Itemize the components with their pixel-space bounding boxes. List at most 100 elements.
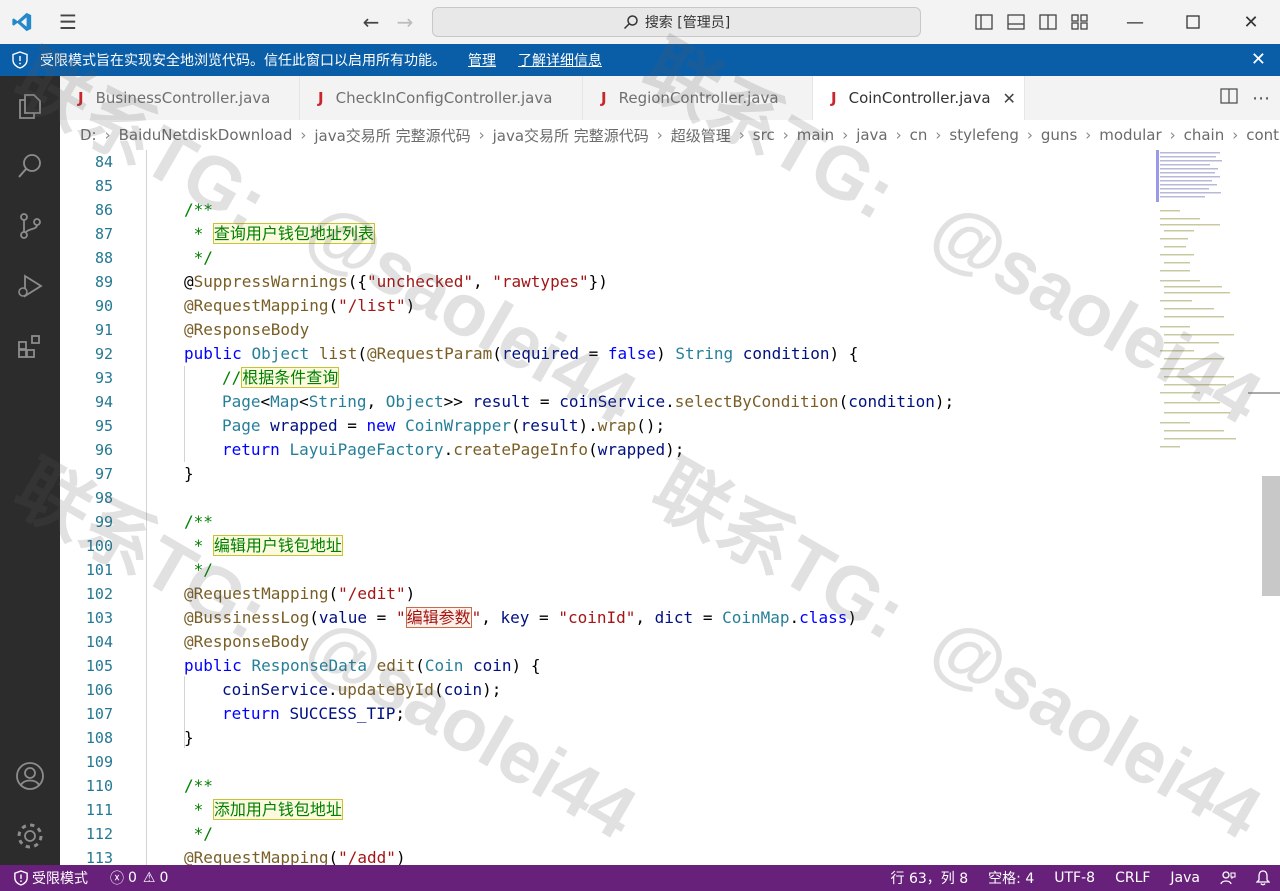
editor-tabs: J BusinessController.java J CheckInConfi… bbox=[60, 76, 1280, 120]
code-line-103: @BussinessLog(value = "编辑参数", key = "coi… bbox=[184, 607, 857, 628]
forward-arrow-icon[interactable]: → bbox=[388, 0, 422, 44]
command-search-box[interactable]: 搜索 [管理员] bbox=[432, 7, 921, 37]
cursor-position[interactable]: 行 63，列 8 bbox=[881, 865, 979, 891]
line-number: 103 bbox=[85, 609, 113, 627]
code-line-112: */ bbox=[184, 824, 213, 843]
code-line-87: * 查询用户钱包地址列表 bbox=[184, 223, 375, 244]
vscode-logo-icon bbox=[0, 0, 44, 44]
breadcrumb-item[interactable]: java交易所 完整源代码 bbox=[493, 125, 649, 146]
breadcrumb-item[interactable]: stylefeng bbox=[949, 126, 1019, 144]
breadcrumb-item[interactable]: guns bbox=[1041, 126, 1077, 144]
hamburger-menu-icon[interactable]: ☰ bbox=[44, 0, 92, 44]
tab-label: CheckInConfigController.java bbox=[335, 89, 553, 107]
code-editor[interactable]: 84 85 86 87 88 89 90 91 92 93 94 95 96 97 98 99 100 101 10… bbox=[60, 150, 1280, 865]
code-line-111: * 添加用户钱包地址 bbox=[184, 799, 343, 820]
source-control-icon[interactable] bbox=[0, 196, 60, 256]
indentation[interactable]: 空格: 4 bbox=[978, 865, 1044, 891]
accounts-icon[interactable] bbox=[0, 746, 60, 806]
tab-coin-controller[interactable]: J CoinController.java ✕ bbox=[813, 76, 1025, 120]
close-tab-icon[interactable]: ✕ bbox=[1003, 89, 1016, 108]
minimize-icon[interactable]: — bbox=[1106, 0, 1164, 44]
code-line-94: Page<Map<String, Object>> result = coinS… bbox=[222, 392, 955, 411]
search-view-icon[interactable] bbox=[0, 136, 60, 196]
line-number: 113 bbox=[85, 849, 113, 865]
feedback-icon[interactable] bbox=[1210, 865, 1246, 891]
tab-business-controller[interactable]: J BusinessController.java bbox=[60, 76, 300, 120]
toggle-secondary-sidebar-icon[interactable] bbox=[1032, 0, 1064, 44]
code-line-88: */ bbox=[184, 248, 213, 267]
line-number: 109 bbox=[85, 753, 113, 771]
banner-message: 受限模式旨在实现安全地浏览代码。信任此窗口以启用所有功能。 bbox=[40, 53, 446, 69]
extensions-icon[interactable] bbox=[0, 316, 60, 376]
line-number: 111 bbox=[85, 801, 113, 819]
breadcrumb-item[interactable]: D: bbox=[80, 126, 97, 144]
indent-guide bbox=[146, 150, 147, 865]
more-actions-icon[interactable]: ⋯ bbox=[1252, 88, 1270, 109]
code-line-90: @RequestMapping("/list") bbox=[184, 296, 416, 315]
back-arrow-icon[interactable]: ← bbox=[354, 0, 388, 44]
warning-icon: ⚠ bbox=[142, 870, 156, 886]
learn-more-link[interactable]: 了解详细信息 bbox=[518, 50, 602, 70]
tab-label: RegionController.java bbox=[618, 89, 779, 107]
breadcrumb-separator-icon: › bbox=[782, 126, 789, 144]
java-file-icon: J bbox=[78, 89, 84, 107]
line-number: 104 bbox=[85, 633, 113, 651]
restricted-mode-indicator[interactable]: 受限模式 bbox=[0, 865, 100, 891]
code-line-113: @RequestMapping("/add") bbox=[184, 848, 406, 865]
run-debug-icon[interactable] bbox=[0, 256, 60, 316]
breadcrumb-item[interactable]: 超级管理 bbox=[671, 125, 731, 146]
code-line-102: @RequestMapping("/edit") bbox=[184, 584, 416, 603]
line-number: 105 bbox=[85, 657, 113, 675]
breadcrumb-item[interactable]: modular bbox=[1099, 126, 1161, 144]
breadcrumb-separator-icon: › bbox=[1232, 126, 1239, 144]
maximize-icon[interactable] bbox=[1164, 0, 1222, 44]
tab-checkin-config-controller[interactable]: J CheckInConfigController.java bbox=[300, 76, 583, 120]
tab-label: CoinController.java bbox=[848, 89, 991, 107]
search-text: 搜索 [管理员] bbox=[644, 15, 731, 31]
line-number: 89 bbox=[94, 273, 113, 291]
breadcrumb-item[interactable]: main bbox=[797, 126, 834, 144]
close-banner-icon[interactable]: ✕ bbox=[1251, 49, 1266, 70]
line-number: 106 bbox=[85, 681, 113, 699]
line-number: 86 bbox=[94, 201, 113, 219]
breadcrumb-separator-icon: › bbox=[656, 126, 663, 144]
line-number: 90 bbox=[94, 297, 113, 315]
split-editor-icon[interactable] bbox=[1220, 87, 1238, 109]
line-number: 91 bbox=[94, 321, 113, 339]
code-line-91: @ResponseBody bbox=[184, 320, 310, 339]
breadcrumb-item[interactable]: chain bbox=[1184, 126, 1225, 144]
problems-indicator[interactable]: ⓧ 0 ⚠ 0 bbox=[100, 865, 178, 891]
line-number: 101 bbox=[85, 561, 113, 579]
breadcrumb-item[interactable]: java交易所 完整源代码 bbox=[314, 125, 470, 146]
line-ending[interactable]: CRLF bbox=[1105, 865, 1160, 891]
breadcrumb-separator-icon: › bbox=[738, 126, 745, 144]
close-window-icon[interactable]: ✕ bbox=[1222, 0, 1280, 44]
line-number: 84 bbox=[94, 153, 113, 171]
line-number: 85 bbox=[94, 177, 113, 195]
breadcrumb: D: › BaiduNetdiskDownload › java交易所 完整源代码 › ja… bbox=[60, 120, 1280, 150]
line-number: 107 bbox=[85, 705, 113, 723]
line-number: 88 bbox=[94, 249, 113, 267]
manage-link[interactable]: 管理 bbox=[468, 50, 496, 70]
search-icon bbox=[623, 15, 638, 30]
tab-label: BusinessController.java bbox=[95, 89, 271, 107]
breadcrumb-item[interactable]: src bbox=[753, 126, 775, 144]
vertical-scrollbar[interactable] bbox=[1262, 476, 1280, 596]
breadcrumb-item[interactable]: BaiduNetdiskDownload bbox=[119, 126, 293, 144]
notifications-bell-icon[interactable] bbox=[1246, 865, 1280, 891]
breadcrumb-item[interactable]: cn bbox=[910, 126, 928, 144]
minimap[interactable] bbox=[1156, 150, 1256, 450]
breadcrumb-item[interactable]: java bbox=[856, 126, 887, 144]
tab-region-controller[interactable]: J RegionController.java bbox=[583, 76, 813, 120]
settings-gear-icon[interactable] bbox=[0, 806, 60, 866]
breadcrumb-item[interactable]: controller bbox=[1246, 126, 1280, 144]
encoding[interactable]: UTF-8 bbox=[1044, 865, 1105, 891]
language-mode[interactable]: Java bbox=[1160, 865, 1210, 891]
code-line-101: */ bbox=[184, 560, 213, 579]
explorer-icon[interactable] bbox=[0, 76, 60, 136]
code-line-100: * 编辑用户钱包地址 bbox=[184, 535, 343, 556]
toggle-primary-sidebar-icon[interactable] bbox=[968, 0, 1000, 44]
toggle-panel-icon[interactable] bbox=[1000, 0, 1032, 44]
line-number: 108 bbox=[85, 729, 113, 747]
customize-layout-icon[interactable] bbox=[1064, 0, 1096, 44]
